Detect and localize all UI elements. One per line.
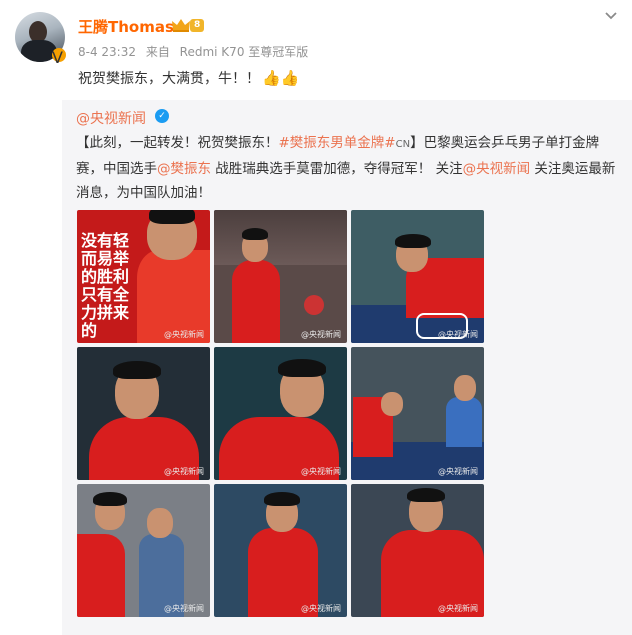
image-grid: 没有轻而易举的胜利 只有全力拼来的 @央视新闻 @央视新闻 @央视新闻 @央视新… — [77, 210, 485, 620]
text-segment: 【此刻，一起转发！祝贺樊振东！ — [76, 135, 279, 151]
crown-icon — [172, 19, 190, 32]
watermark: @央视新闻 — [301, 330, 341, 339]
verified-badge-icon: V — [52, 48, 66, 67]
post-device[interactable]: Redmi K70 至尊冠军版 — [180, 45, 309, 59]
watermark: @央视新闻 — [438, 604, 478, 613]
mention-link[interactable]: @央视新闻 — [463, 161, 531, 177]
photo-6[interactable]: @央视新闻 — [351, 347, 484, 480]
photo-2[interactable]: @央视新闻 — [214, 210, 347, 343]
watermark: @央视新闻 — [164, 330, 204, 339]
post-date[interactable]: 8-4 23:32 — [78, 45, 136, 59]
photo-5[interactable]: @央视新闻 — [214, 347, 347, 480]
watermark: @央视新闻 — [164, 467, 204, 476]
level-badge: 8 — [190, 19, 205, 32]
author-name[interactable]: 王腾Thomas — [78, 16, 174, 37]
repost-text: 【此刻，一起转发！祝贺樊振东！#樊振东男单金牌#CN】巴黎奥运会乒乓男子单打金牌… — [76, 131, 620, 205]
weibo-post: V 王腾Thomas 8 8-4 23:32 来自 Redmi K70 至尊冠军… — [0, 0, 632, 635]
repost-card[interactable]: @央视新闻 ✓ 【此刻，一起转发！祝贺樊振东！#樊振东男单金牌#CN】巴黎奥运会… — [62, 100, 632, 635]
watermark: @央视新闻 — [301, 467, 341, 476]
photo-9[interactable]: @央视新闻 — [351, 484, 484, 617]
watermark: @央视新闻 — [301, 604, 341, 613]
mention-link[interactable]: @樊振东 — [157, 161, 211, 177]
chevron-down-icon[interactable] — [604, 10, 618, 22]
status-text: 祝贺樊振东，大满贯，牛！！ 👍👍 — [78, 68, 299, 88]
watermark: @央视新闻 — [164, 604, 204, 613]
photo-8[interactable]: @央视新闻 — [214, 484, 347, 617]
watermark: @央视新闻 — [438, 467, 478, 476]
status-body: 祝贺樊振东，大满贯，牛！！ — [78, 71, 260, 87]
photo-7[interactable]: @央视新闻 — [77, 484, 210, 617]
post-meta: 8-4 23:32 来自 Redmi K70 至尊冠军版 — [78, 43, 314, 60]
text-segment: CN — [395, 139, 411, 150]
text-segment: 战胜瑞典选手莫雷加德，夺得冠军！ 关注 — [211, 161, 463, 177]
hashtag-link[interactable]: #樊振东男单金牌# — [279, 135, 396, 151]
verified-blue-icon: ✓ — [155, 109, 169, 123]
photo-caption: 没有轻而易举的胜利 只有全力拼来的 — [81, 231, 130, 340]
source-prefix: 来自 — [145, 45, 170, 59]
repost-source-user[interactable]: @央视新闻 — [76, 108, 146, 128]
photo-1[interactable]: 没有轻而易举的胜利 只有全力拼来的 @央视新闻 — [77, 210, 210, 343]
photo-4[interactable]: @央视新闻 — [77, 347, 210, 480]
watermark: @央视新闻 — [438, 330, 478, 339]
photo-3[interactable]: @央视新闻 — [351, 210, 484, 343]
thumbs-up-icon: 👍👍 — [262, 69, 300, 87]
